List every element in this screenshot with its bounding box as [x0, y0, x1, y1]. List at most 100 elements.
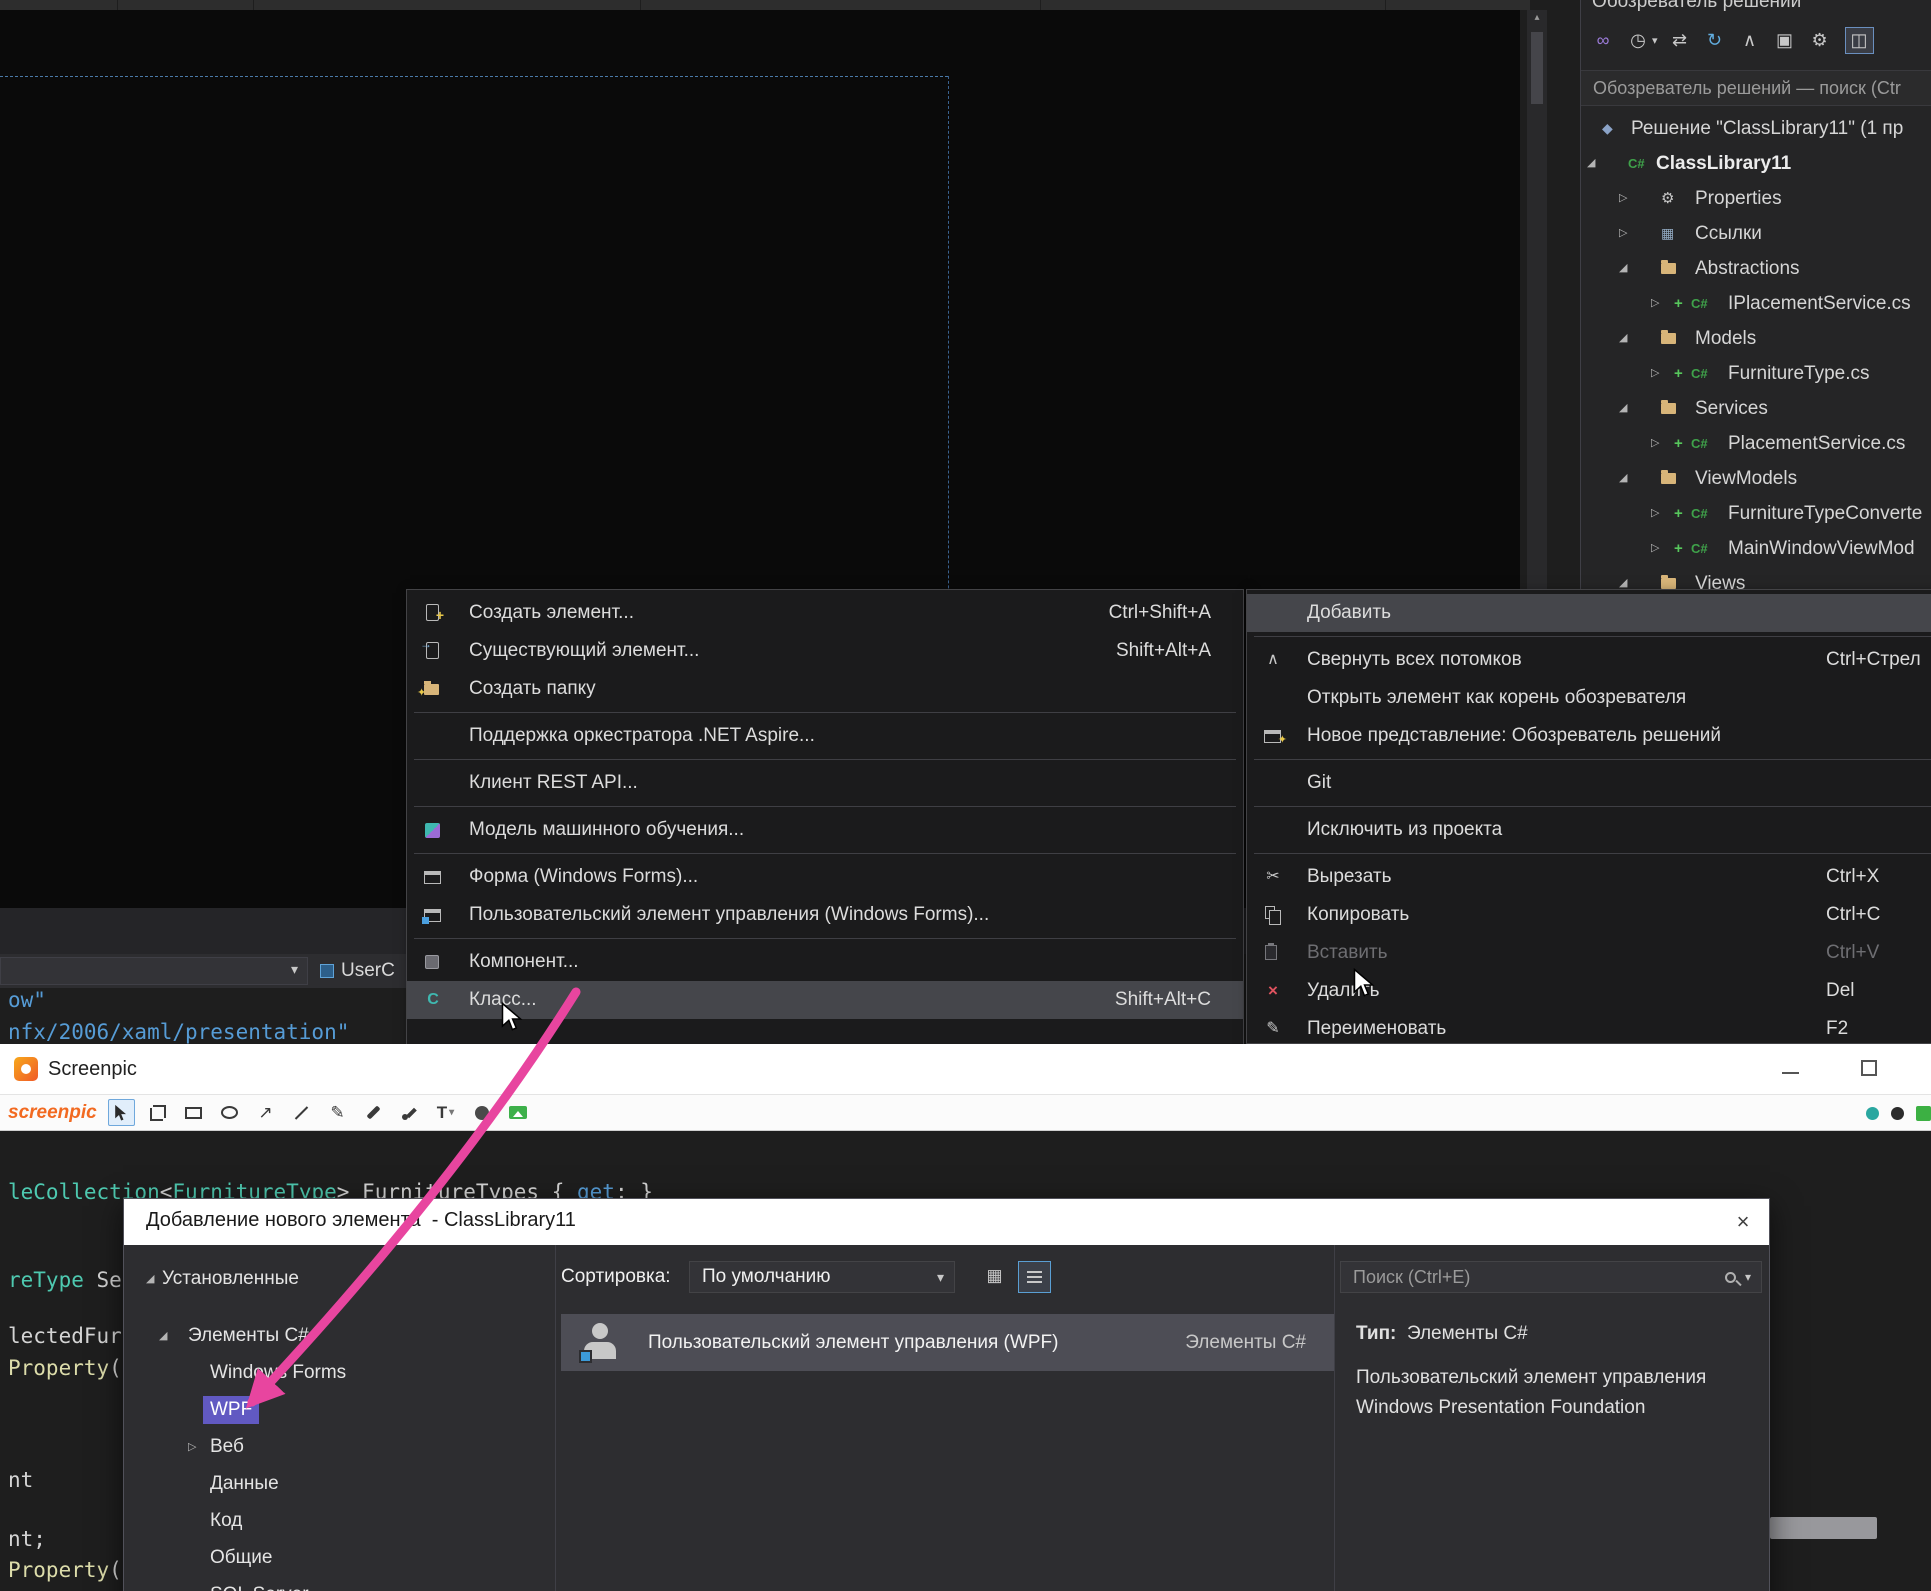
marker-tool-icon[interactable]: [360, 1099, 387, 1126]
refresh-icon[interactable]: ↻: [1705, 30, 1725, 51]
close-icon[interactable]: [1728, 1207, 1758, 1237]
tree-item-ссылки[interactable]: ▷▦Ссылки: [1581, 216, 1931, 251]
show-all-files-icon[interactable]: ▣: [1775, 30, 1795, 51]
menu-item-исключить-из-проекта[interactable]: Исключить из проекта: [1247, 811, 1931, 849]
list-view-button[interactable]: [1018, 1261, 1051, 1293]
properties-wrench-icon[interactable]: ⚙: [1810, 30, 1830, 51]
image-tool-icon[interactable]: [504, 1099, 531, 1126]
tree-item-mainwindowviewmod[interactable]: ▷+C#MainWindowViewMod: [1581, 531, 1931, 566]
sync-with-active-document-icon[interactable]: ⇄: [1670, 30, 1690, 51]
expander-expanded-icon[interactable]: ◢: [159, 1322, 167, 1350]
expander-expanded-icon[interactable]: ◢: [1619, 461, 1627, 496]
menu-item-копировать[interactable]: КопироватьCtrl+C: [1247, 896, 1931, 934]
expander-expanded-icon[interactable]: ◢: [1587, 146, 1595, 181]
menu-item-удалить[interactable]: ×УдалитьDel: [1247, 972, 1931, 1010]
tree-item-placementservice.cs[interactable]: ▷+C#PlacementService.cs: [1581, 426, 1931, 461]
menu-item-новое-представление-обозреватель-решений[interactable]: Новое представление: Обозреватель решени…: [1247, 717, 1931, 755]
grid-view-button[interactable]: [978, 1261, 1011, 1293]
template-search-input[interactable]: Поиск (Ctrl+E) ▾: [1340, 1261, 1762, 1293]
menu-item-поддержка-оркестратора-.net-aspire...[interactable]: Поддержка оркестратора .NET Aspire...: [407, 717, 1243, 755]
expander-collapsed-icon[interactable]: ▷: [1651, 286, 1659, 321]
menu-item-модель-машинного-обучения...[interactable]: Модель машинного обучения...: [407, 811, 1243, 849]
menu-item-клиент-rest-api...[interactable]: Клиент REST API...: [407, 764, 1243, 802]
tree-item-classlibrary11[interactable]: ◢C#ClassLibrary11: [1581, 146, 1931, 181]
expander-expanded-icon[interactable]: ◢: [1619, 566, 1627, 589]
tree-item-services[interactable]: ◢Services: [1581, 391, 1931, 426]
arrow-tool-icon[interactable]: ↗: [252, 1099, 279, 1126]
menu-item-свернуть-всех-потомков[interactable]: ∧Свернуть всех потомковCtrl+Стрел: [1247, 641, 1931, 679]
category-sql-server[interactable]: SQL Server: [124, 1581, 555, 1591]
text-tool-icon[interactable]: T▾: [432, 1099, 459, 1126]
screenpic-titlebar[interactable]: Screenpic: [0, 1044, 1931, 1094]
types-dropdown[interactable]: [0, 957, 308, 985]
line-tool-icon[interactable]: [288, 1099, 315, 1126]
rectangle-tool-icon[interactable]: [180, 1099, 207, 1126]
dock-icon[interactable]: ◫: [1845, 27, 1874, 54]
tree-item-iplacementservice.cs[interactable]: ▷+C#IPlacementService.cs: [1581, 286, 1931, 321]
visual-studio-icon[interactable]: ∞: [1593, 30, 1613, 51]
menu-item-вставить[interactable]: ВставитьCtrl+V: [1247, 934, 1931, 972]
menu-item-пользовательский-элемент-управления-windows-form[interactable]: Пользовательский элемент управления (Win…: [407, 896, 1243, 934]
expander-collapsed-icon[interactable]: ▷: [1651, 356, 1659, 391]
expander-collapsed-icon[interactable]: ▷: [188, 1433, 196, 1461]
category-данные[interactable]: Данные: [124, 1470, 555, 1498]
tree-item-решение-classlibrary11-1-пр[interactable]: ◆Решение "ClassLibrary11" (1 пр: [1581, 111, 1931, 146]
scrollbar-thumb[interactable]: [1770, 1517, 1877, 1539]
chevron-down-icon[interactable]: ▾: [1652, 34, 1658, 47]
search-icon[interactable]: [1725, 1272, 1736, 1283]
category-windows-forms[interactable]: Windows Forms: [124, 1359, 555, 1387]
expander-expanded-icon[interactable]: ◢: [1619, 251, 1627, 286]
category-установленные[interactable]: ◢Установленные: [124, 1265, 555, 1293]
menu-item-переименовать[interactable]: ✎ПереименоватьF2: [1247, 1010, 1931, 1048]
blur-tool-icon[interactable]: [468, 1099, 495, 1126]
menu-item-добавить[interactable]: Добавить: [1247, 594, 1931, 632]
tree-item-views[interactable]: ◢Views: [1581, 566, 1931, 589]
pencil-tool-icon[interactable]: ✎: [324, 1099, 351, 1126]
tree-item-abstractions[interactable]: ◢Abstractions: [1581, 251, 1931, 286]
menu-item-компонент...[interactable]: Компонент...: [407, 943, 1243, 981]
expander-collapsed-icon[interactable]: ▷: [1651, 496, 1659, 531]
expander-collapsed-icon[interactable]: ▷: [1651, 531, 1659, 566]
maximize-icon[interactable]: [1861, 1060, 1877, 1076]
collapse-all-icon[interactable]: ∧: [1740, 30, 1760, 51]
chevron-down-icon[interactable]: ▾: [1745, 1262, 1751, 1292]
menu-item-существующий-элемент...[interactable]: Существующий элемент...Shift+Alt+A: [407, 632, 1243, 670]
category-общие[interactable]: Общие: [124, 1544, 555, 1572]
expander-expanded-icon[interactable]: ◢: [1619, 391, 1627, 426]
scrollbar-up-icon[interactable]: ▴: [1527, 12, 1547, 23]
tree-item-properties[interactable]: ▷⚙Properties: [1581, 181, 1931, 216]
brush-tool-icon[interactable]: [396, 1099, 423, 1126]
tab-divider: [1040, 0, 1041, 10]
history-filter-icon[interactable]: ◷: [1628, 30, 1648, 51]
select-tool-icon[interactable]: [108, 1099, 135, 1126]
expander-expanded-icon[interactable]: ◢: [146, 1265, 154, 1293]
menu-item-форма-windows-forms-...[interactable]: Форма (Windows Forms)...: [407, 858, 1243, 896]
category-веб[interactable]: ▷Веб: [124, 1433, 555, 1461]
menu-item-создать-папку[interactable]: Создать папку: [407, 670, 1243, 708]
expander-collapsed-icon[interactable]: ▷: [1619, 181, 1627, 216]
tree-item-models[interactable]: ◢Models: [1581, 321, 1931, 356]
category-элементы-c#[interactable]: ◢Элементы C#: [124, 1322, 555, 1350]
category-код[interactable]: Код: [124, 1507, 555, 1535]
menu-item-вырезать[interactable]: ✂ВырезатьCtrl+X: [1247, 858, 1931, 896]
sort-dropdown[interactable]: По умолчанию: [689, 1261, 955, 1293]
members-dropdown[interactable]: UserC: [320, 957, 395, 985]
scrollbar-thumb[interactable]: [1531, 32, 1543, 104]
menu-item-класс...[interactable]: CКласс...Shift+Alt+C: [407, 981, 1243, 1019]
ellipse-tool-icon[interactable]: [216, 1099, 243, 1126]
tree-item-furnituretypeconverte[interactable]: ▷+C#FurnitureTypeConverte: [1581, 496, 1931, 531]
tree-item-viewmodels[interactable]: ◢ViewModels: [1581, 461, 1931, 496]
crop-tool-icon[interactable]: [144, 1099, 171, 1126]
expander-collapsed-icon[interactable]: ▷: [1651, 426, 1659, 461]
expander-expanded-icon[interactable]: ◢: [1619, 321, 1627, 356]
menu-item-git[interactable]: Git: [1247, 764, 1931, 802]
tree-item-furnituretype.cs[interactable]: ▷+C#FurnitureType.cs: [1581, 356, 1931, 391]
dialog-titlebar[interactable]: Добавление нового элемента - ClassLibrar…: [124, 1199, 1769, 1245]
minimize-icon[interactable]: [1782, 1064, 1799, 1074]
solution-explorer-search-input[interactable]: Обозреватель решений — поиск (Ctr: [1581, 70, 1931, 106]
menu-item-открыть-элемент-как-корень-обозревателя[interactable]: Открыть элемент как корень обозревателя: [1247, 679, 1931, 717]
template-list-item[interactable]: Пользовательский элемент управления (WPF…: [561, 1314, 1334, 1371]
menu-item-создать-элемент...[interactable]: Создать элемент...Ctrl+Shift+A: [407, 594, 1243, 632]
category-wpf[interactable]: WPF: [124, 1396, 555, 1424]
expander-collapsed-icon[interactable]: ▷: [1619, 216, 1627, 251]
